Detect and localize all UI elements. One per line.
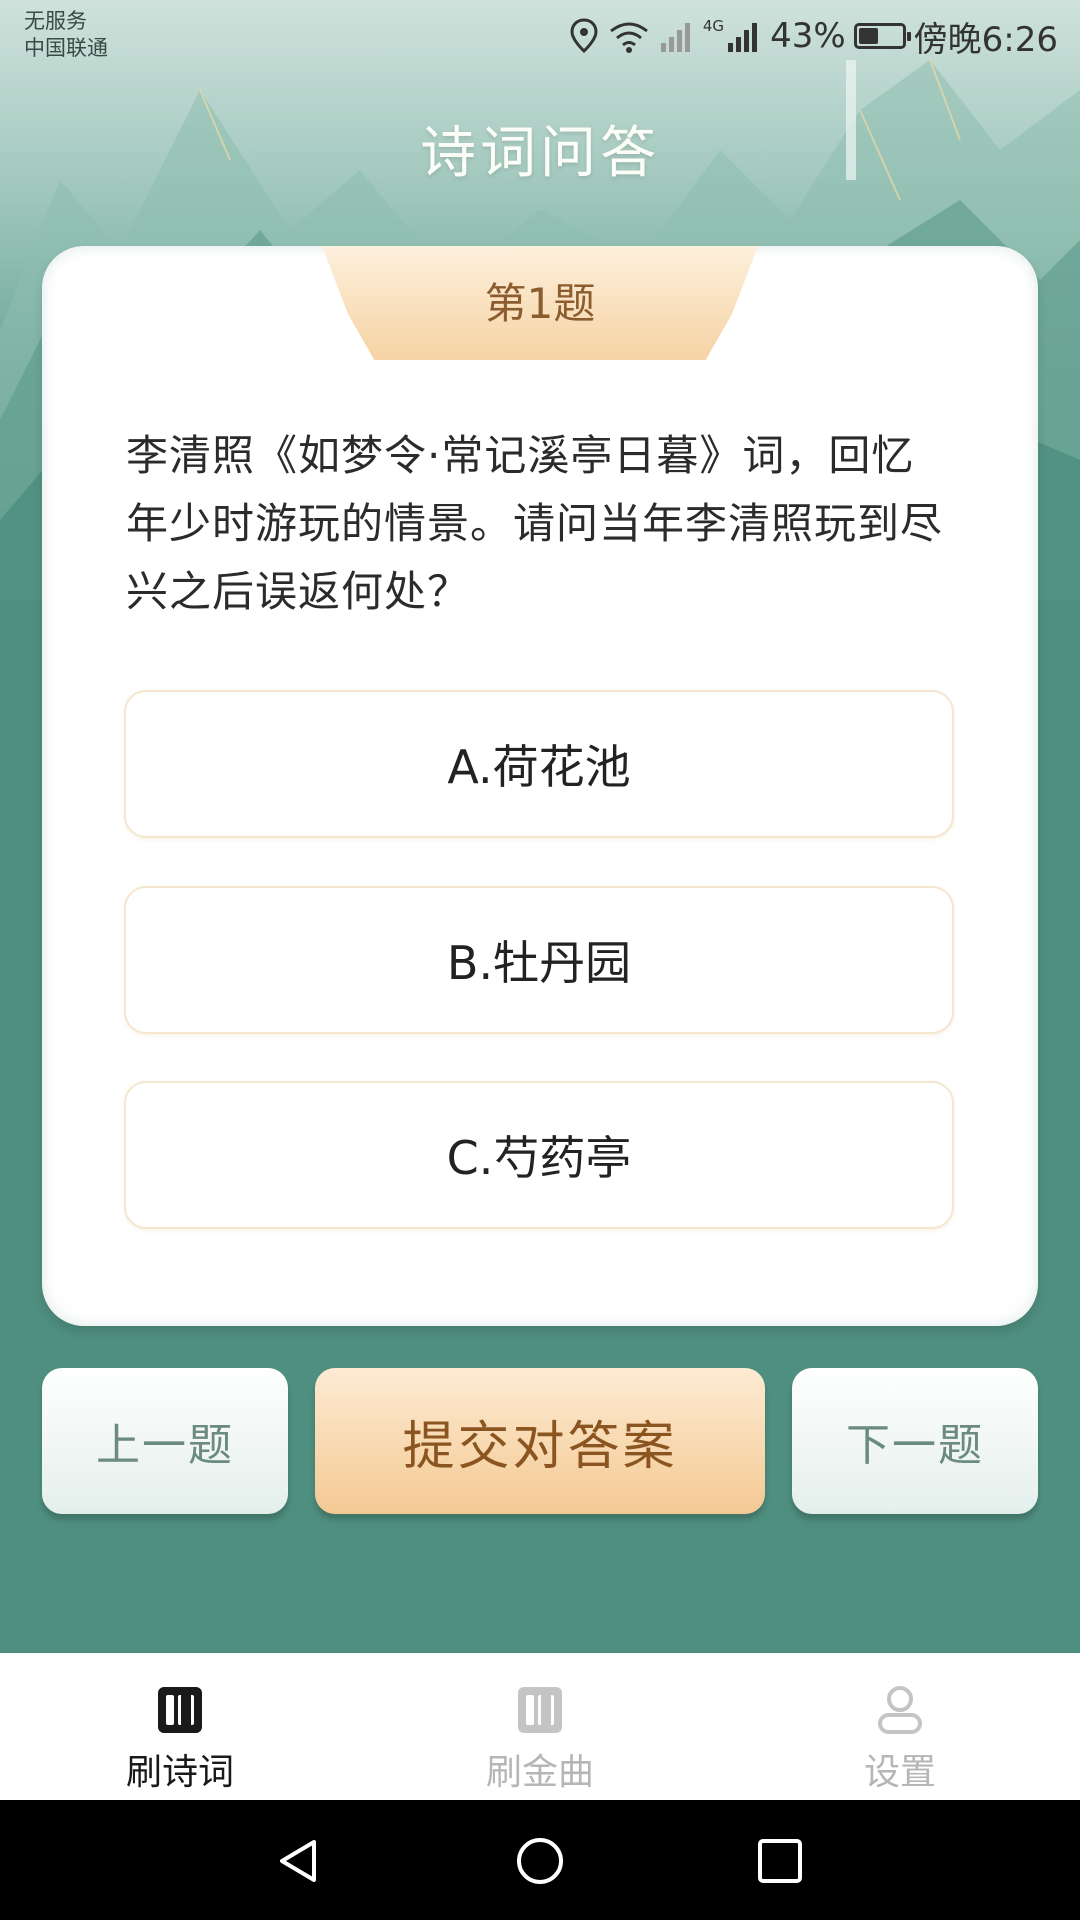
battery-icon [853,23,911,49]
book-icon [158,1687,202,1733]
tab-songs-label: 刷金曲 [485,1752,594,1793]
book-icon [518,1687,562,1733]
question-card: 第1题 李清照《如梦令·常记溪亭日暮》词，回忆年少时游玩的情景。请问当年李清照玩… [42,246,1038,1326]
network-type: 4G [702,17,725,35]
tab-poetry-label: 刷诗词 [125,1752,234,1793]
tab-settings-label: 设置 [863,1752,936,1793]
status-bar: 无服务 中国联通 4G 43% 傍晚6:26 [0,0,1080,70]
back-icon[interactable] [274,1836,324,1886]
system-nav-bar [0,1800,1080,1920]
location-icon [570,18,598,54]
carrier-line1: 无服务 [24,9,87,33]
page-title: 诗词问答 [420,121,660,186]
tab-settings[interactable]: 设置 [720,1653,1080,1800]
carrier-line2: 中国联通 [24,36,108,60]
option-a[interactable]: A.荷花池 [124,690,954,838]
submit-answer-button[interactable]: 提交对答案 [315,1368,765,1514]
carrier-info: 无服务 中国联通 [24,8,108,62]
clock: 傍晚6:26 [913,19,1058,60]
tab-poetry[interactable]: 刷诗词 [0,1653,360,1800]
person-icon [878,1686,922,1734]
prev-question-button[interactable]: 上一题 [42,1368,288,1514]
signal-icon [728,23,758,52]
status-icons: 4G 43% 傍晚6:26 [569,14,1058,60]
signal-empty-icon [660,23,690,52]
home-icon[interactable] [515,1836,565,1886]
question-text: 李清照《如梦令·常记溪亭日暮》词，回忆年少时游玩的情景。请问当年李清照玩到尽兴之… [126,431,944,616]
bottom-tab-bar: 刷诗词 刷金曲 设置 [0,1653,1080,1800]
next-question-button[interactable]: 下一题 [792,1368,1038,1514]
wifi-icon [609,22,648,53]
tab-songs[interactable]: 刷金曲 [360,1653,720,1800]
option-b[interactable]: B.牡丹园 [124,886,954,1034]
option-c[interactable]: C.芍药亭 [124,1081,954,1229]
battery-percent: 43% [770,16,846,56]
question-number: 第1题 [484,279,596,328]
recents-icon[interactable] [755,1836,805,1886]
